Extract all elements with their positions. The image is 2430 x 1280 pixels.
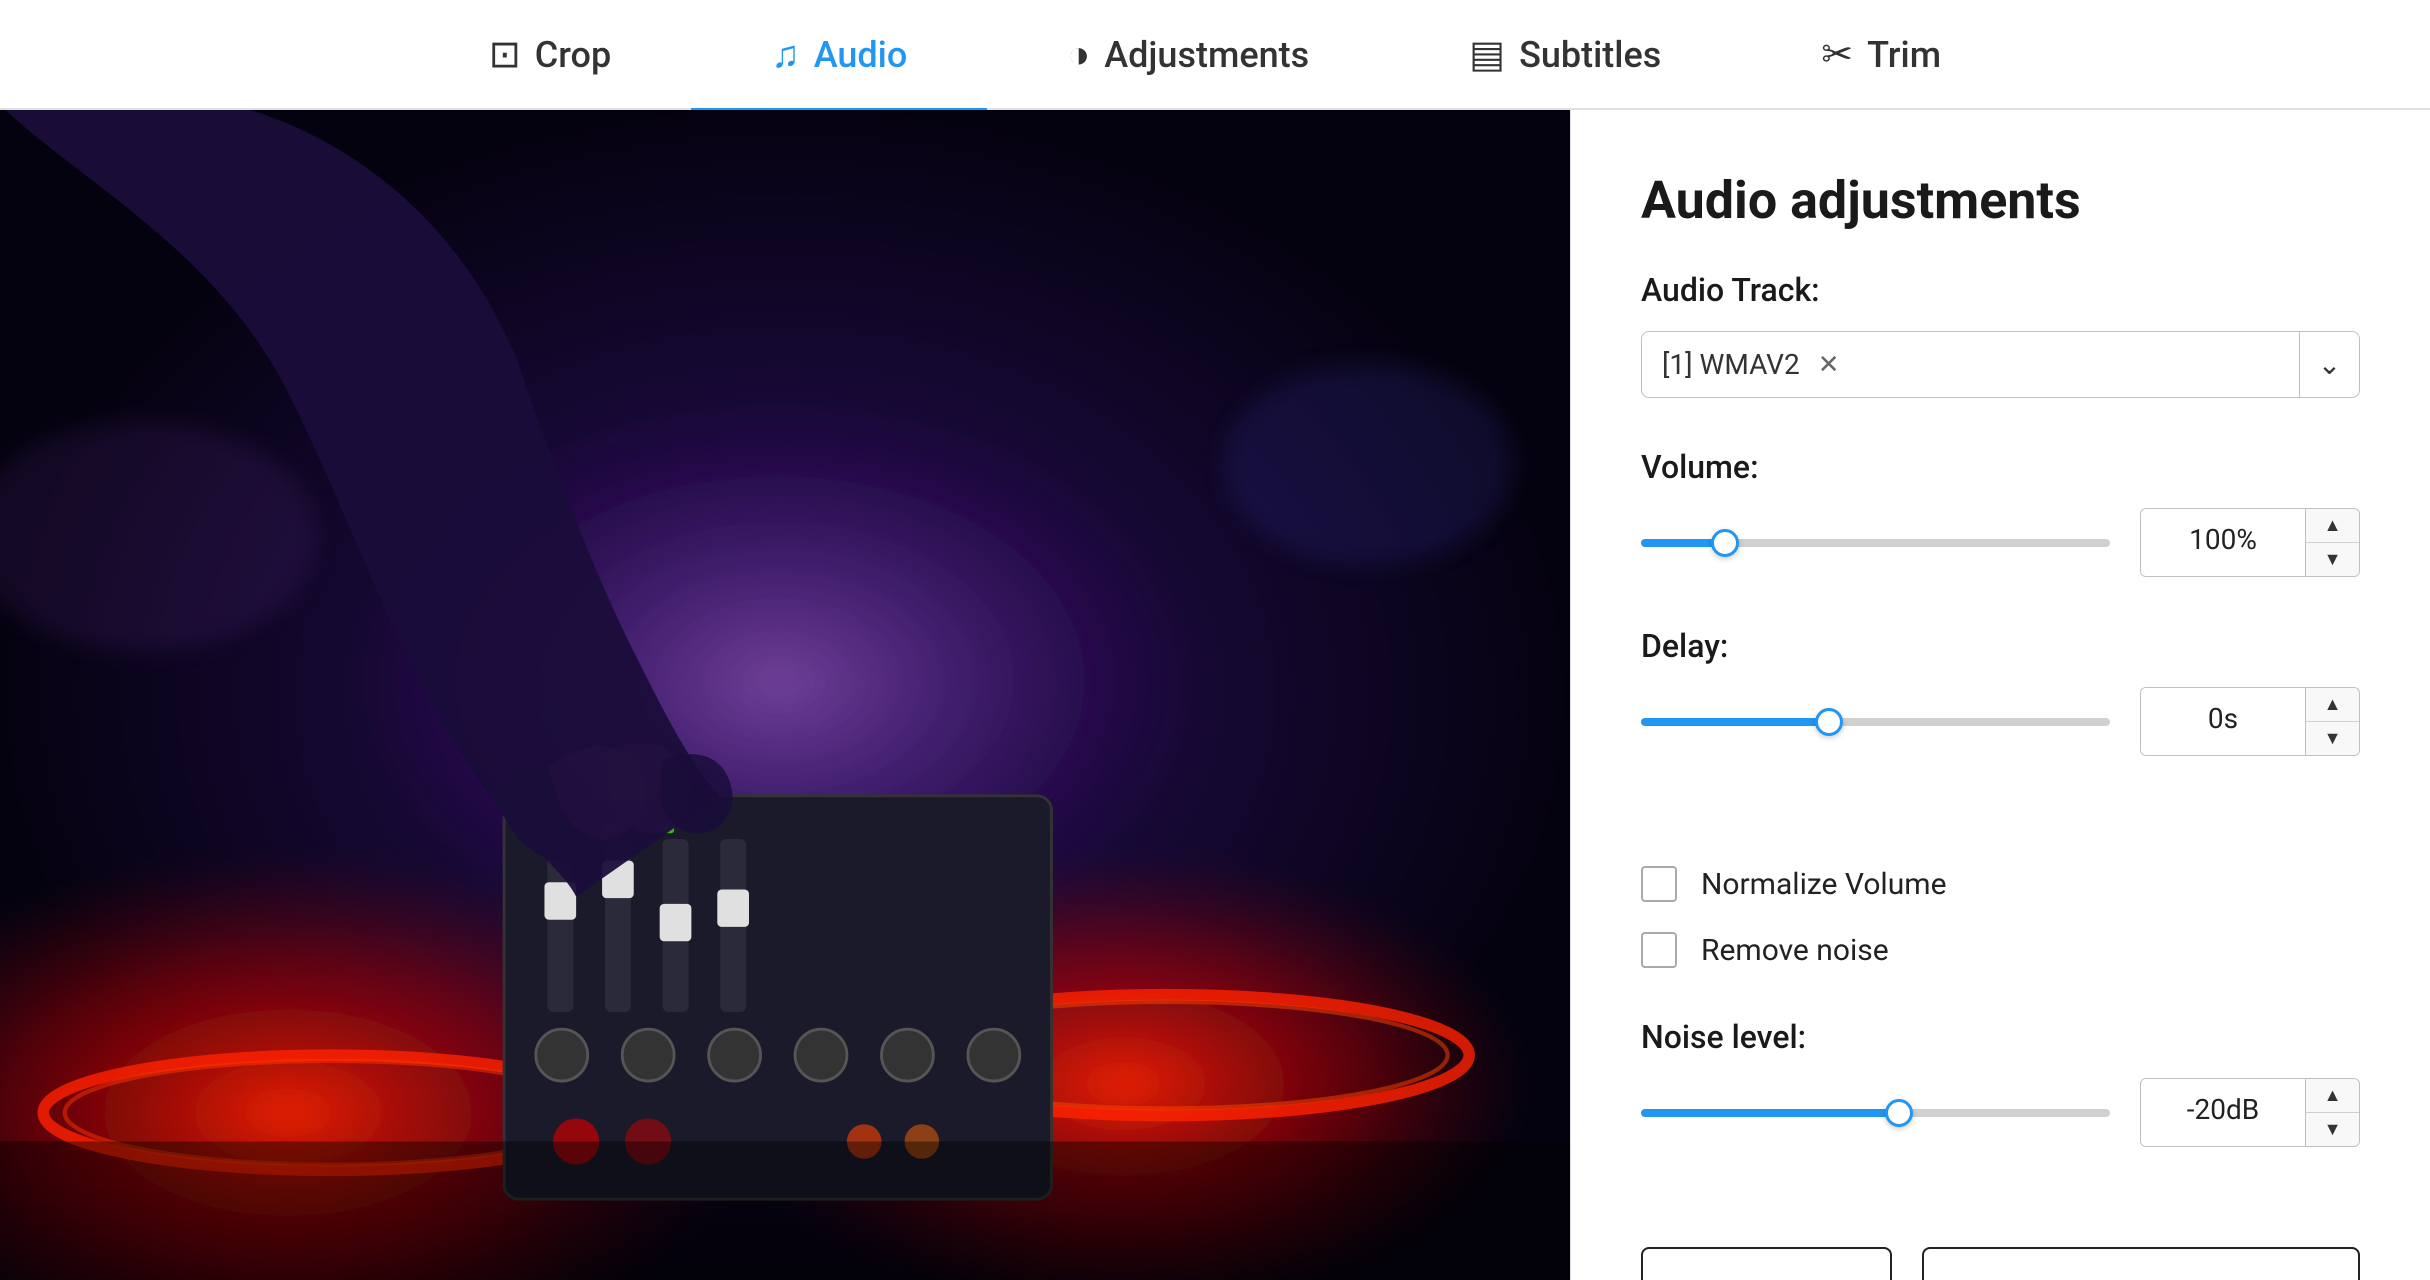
volume-slider-fill: [1641, 539, 1725, 547]
audio-icon: ♫: [771, 33, 800, 77]
video-preview-area: [0, 110, 1570, 1280]
track-dropdown-arrow[interactable]: ⌄: [2299, 332, 2359, 397]
delay-slider-thumb[interactable]: [1815, 708, 1843, 736]
tab-subtitles[interactable]: ▤ Subtitles: [1389, 1, 1741, 111]
volume-slider-thumb[interactable]: [1711, 529, 1739, 557]
noise-slider-fill: [1641, 1109, 1899, 1117]
tab-subtitles-label: Subtitles: [1519, 34, 1661, 76]
apply-all-button[interactable]: Apply to all videos: [1922, 1247, 2360, 1280]
volume-spinner-col: ▲ ▼: [2305, 509, 2359, 576]
noise-slider-row: -20dB ▲ ▼: [1641, 1078, 2360, 1147]
tab-trim-label: Trim: [1867, 34, 1941, 76]
main-content: Audio adjustments Audio Track: [1] WMAV2…: [0, 110, 2430, 1280]
track-remove-button[interactable]: ✕: [1818, 350, 1840, 380]
volume-up-button[interactable]: ▲: [2306, 509, 2359, 543]
audio-track-label: Audio Track:: [1641, 271, 2360, 309]
volume-value: 100%: [2141, 509, 2305, 576]
noise-down-button[interactable]: ▼: [2306, 1113, 2359, 1146]
noise-slider-thumb[interactable]: [1885, 1099, 1913, 1127]
dj-image: [0, 110, 1570, 1280]
remove-noise-row[interactable]: Remove noise: [1641, 932, 2360, 968]
track-value: [1] WMAV2: [1662, 348, 1800, 381]
volume-label: Volume:: [1641, 448, 2360, 486]
reset-button[interactable]: Reset: [1641, 1247, 1892, 1280]
noise-value-spinner: -20dB ▲ ▼: [2140, 1078, 2360, 1147]
tab-bar: ⊡ Crop ♫ Audio ◑ Adjustments ▤ Subtitles…: [0, 0, 2430, 110]
delay-spinner-col: ▲ ▼: [2305, 688, 2359, 755]
delay-value-spinner: 0s ▲ ▼: [2140, 687, 2360, 756]
bottom-buttons: Reset Apply to all videos: [1641, 1197, 2360, 1280]
tab-crop-label: Crop: [535, 34, 611, 76]
right-panel: Audio adjustments Audio Track: [1] WMAV2…: [1570, 110, 2430, 1280]
subtitles-icon: ▤: [1469, 32, 1505, 77]
audio-track-select[interactable]: [1] WMAV2 ✕ ⌄: [1641, 331, 2360, 398]
tab-audio[interactable]: ♫ Audio: [691, 1, 987, 111]
tab-adjustments-label: Adjustments: [1104, 34, 1309, 76]
video-preview: [0, 110, 1570, 1280]
delay-slider-fill: [1641, 718, 1829, 726]
normalize-label: Normalize Volume: [1701, 867, 1946, 902]
tab-trim[interactable]: ✂ Trim: [1741, 1, 2021, 111]
delay-slider-row: 0s ▲ ▼: [1641, 687, 2360, 756]
delay-up-button[interactable]: ▲: [2306, 688, 2359, 722]
delay-label: Delay:: [1641, 627, 2360, 665]
volume-value-spinner: 100% ▲ ▼: [2140, 508, 2360, 577]
delay-down-button[interactable]: ▼: [2306, 722, 2359, 755]
tab-crop[interactable]: ⊡ Crop: [409, 1, 691, 111]
volume-slider-row: 100% ▲ ▼: [1641, 508, 2360, 577]
noise-up-button[interactable]: ▲: [2306, 1079, 2359, 1113]
normalize-row[interactable]: Normalize Volume: [1641, 866, 2360, 902]
remove-noise-checkbox[interactable]: [1641, 932, 1677, 968]
volume-slider-track[interactable]: [1641, 539, 2110, 547]
volume-down-button[interactable]: ▼: [2306, 543, 2359, 576]
tab-adjustments[interactable]: ◑ Adjustments: [987, 1, 1389, 111]
panel-title: Audio adjustments: [1641, 170, 2360, 231]
track-tag: [1] WMAV2 ✕: [1662, 348, 2339, 381]
crop-icon: ⊡: [489, 32, 521, 77]
noise-level-label: Noise level:: [1641, 1018, 2360, 1056]
tab-audio-label: Audio: [814, 34, 908, 76]
adjustments-icon: ◑: [1067, 33, 1090, 77]
delay-slider-track[interactable]: [1641, 718, 2110, 726]
noise-spinner-col: ▲ ▼: [2305, 1079, 2359, 1146]
delay-value: 0s: [2141, 688, 2305, 755]
normalize-checkbox[interactable]: [1641, 866, 1677, 902]
noise-value: -20dB: [2141, 1079, 2305, 1146]
noise-slider-track[interactable]: [1641, 1109, 2110, 1117]
trim-icon: ✂: [1821, 32, 1853, 77]
remove-noise-label: Remove noise: [1701, 933, 1889, 968]
